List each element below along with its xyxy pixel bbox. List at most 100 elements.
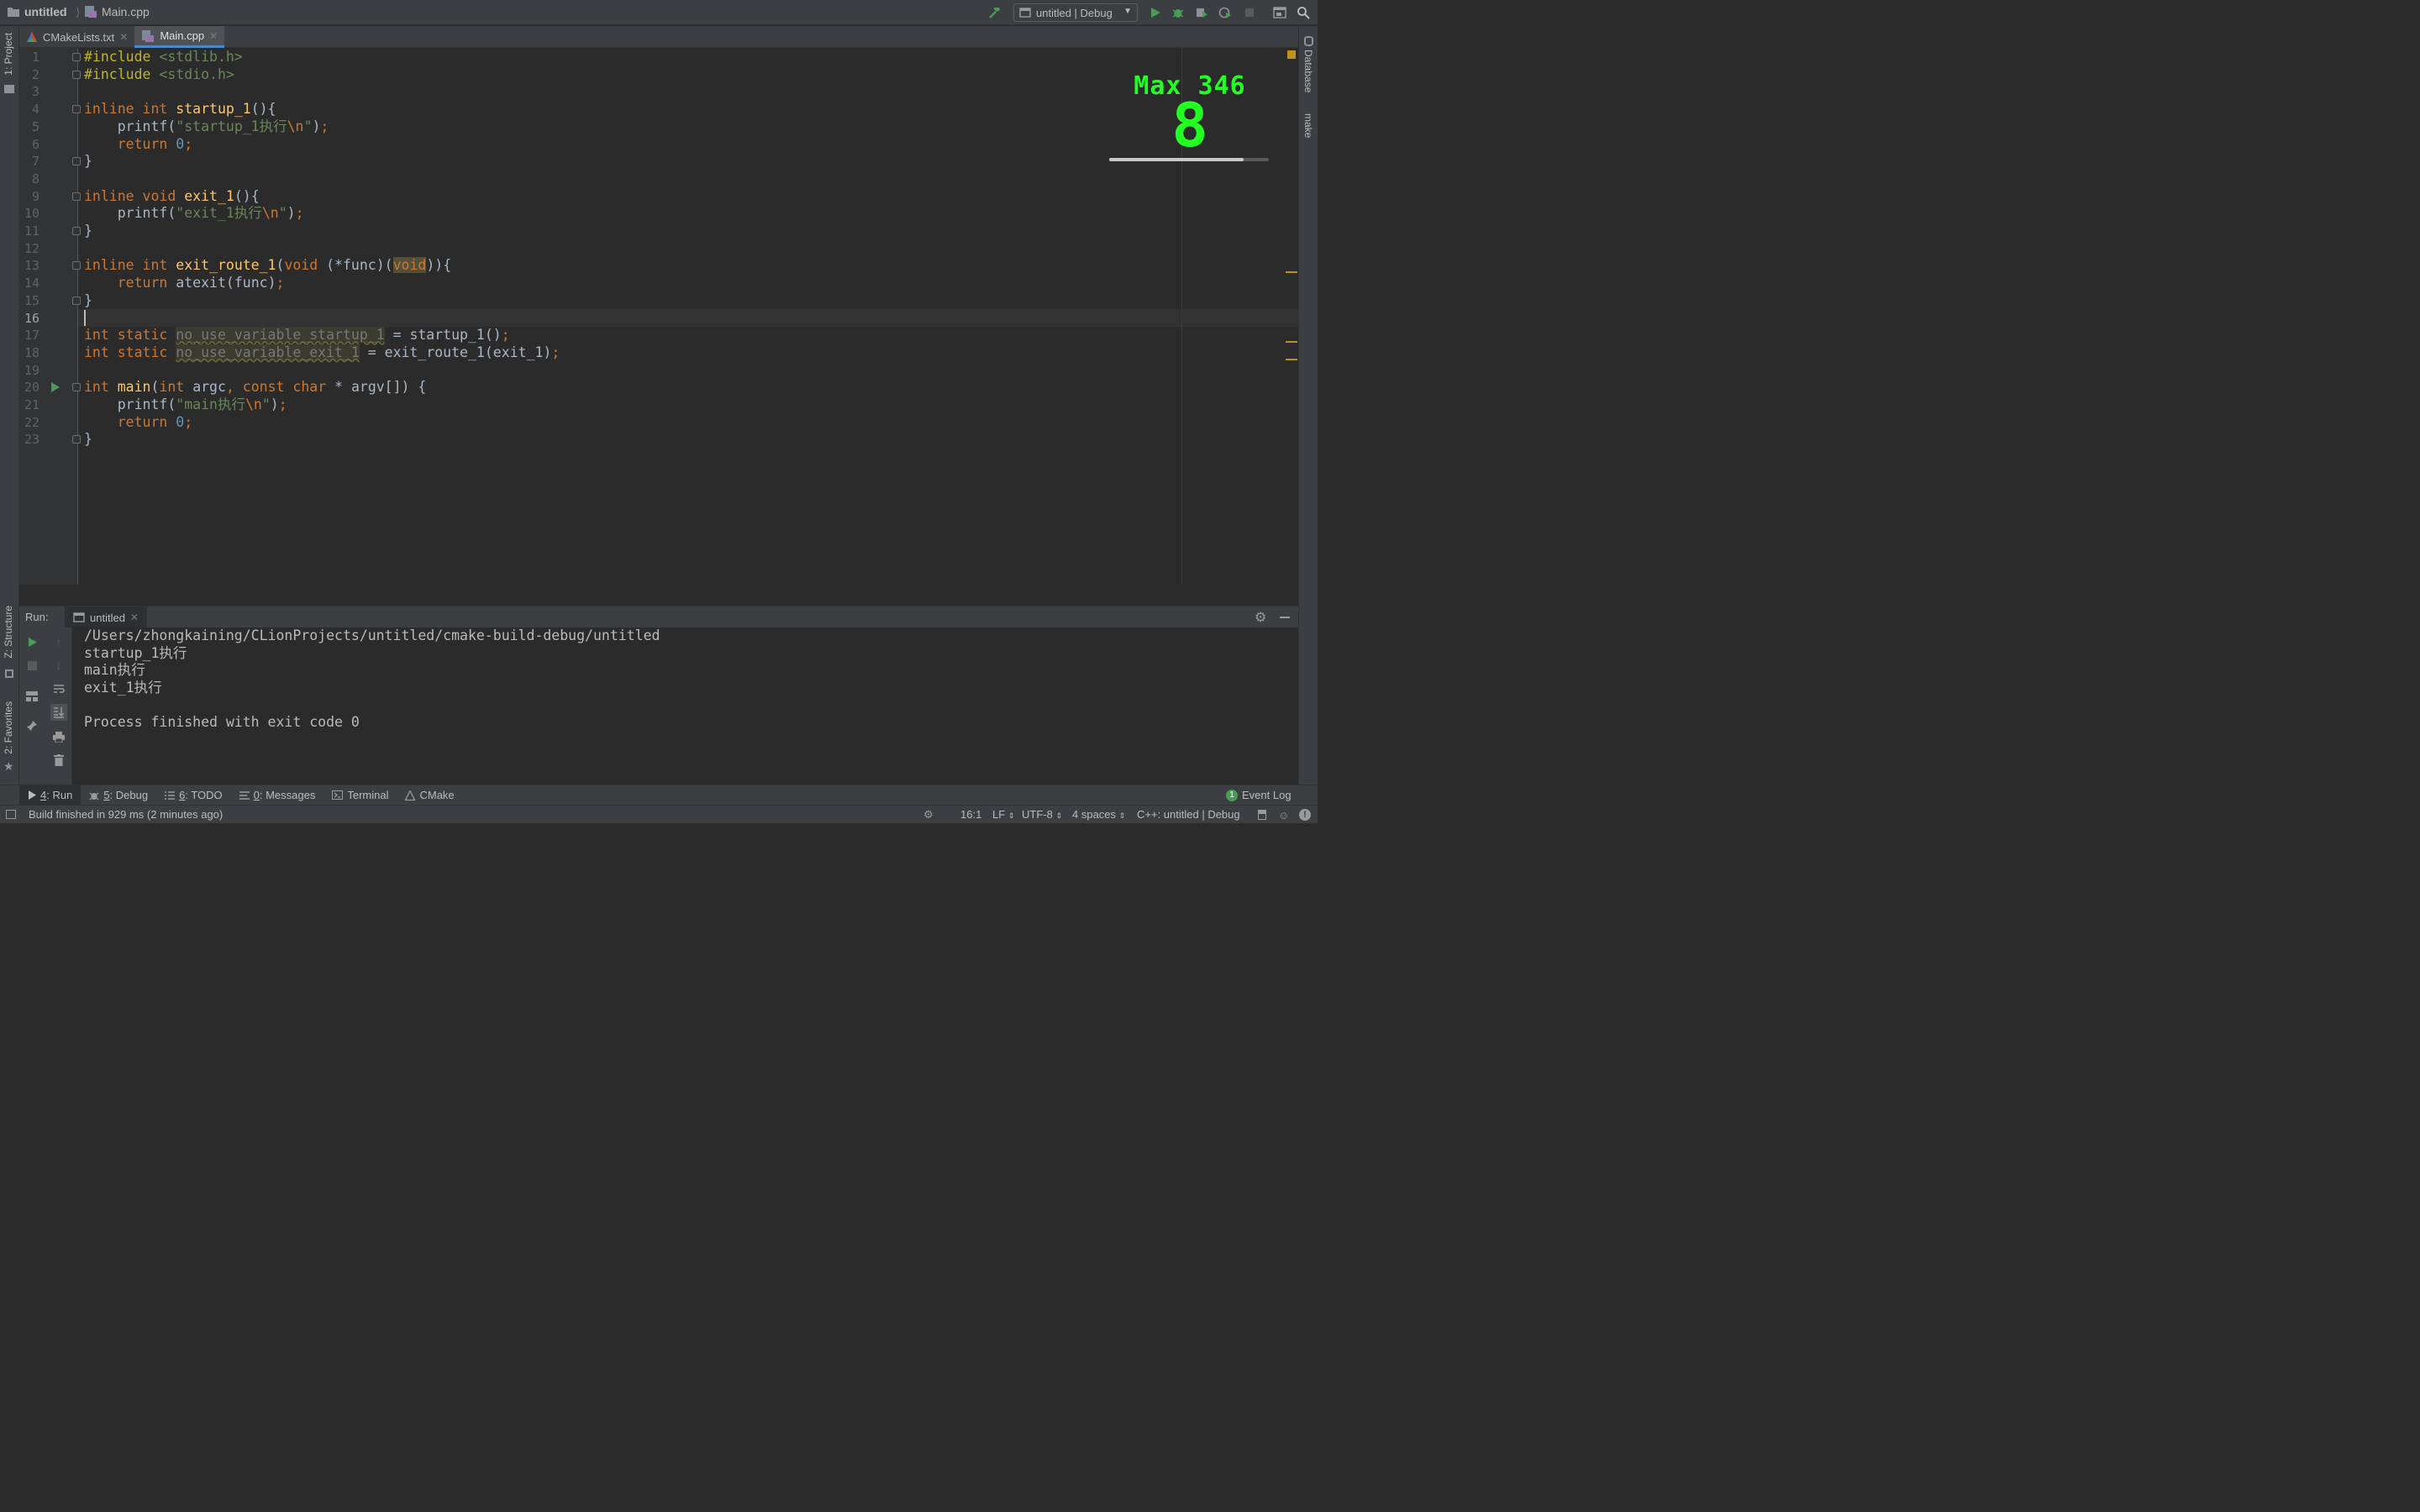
trash-icon[interactable] xyxy=(50,752,67,769)
structure-tool-tab[interactable]: Z: Structure xyxy=(3,606,14,659)
status-message[interactable]: Build finished in 929 ms (2 minutes ago) xyxy=(29,808,223,821)
structure-icon xyxy=(5,669,13,678)
stripe-mark[interactable] xyxy=(1286,341,1297,343)
fold-marker-icon[interactable] xyxy=(72,70,81,79)
fold-marker-icon[interactable] xyxy=(72,192,81,201)
fold-marker-icon[interactable] xyxy=(72,227,81,235)
tab-cmake[interactable]: CMake xyxy=(397,785,462,806)
breadcrumb-separator: ⟩ xyxy=(76,5,81,18)
code-line: return 0; xyxy=(84,136,192,154)
make-tool-tab[interactable]: make xyxy=(1302,113,1314,138)
database-tool-tab[interactable]: Database xyxy=(1302,50,1314,92)
code-token: ; xyxy=(501,327,510,344)
lock-icon[interactable] xyxy=(1258,810,1266,820)
soft-wrap-icon[interactable] xyxy=(50,680,67,697)
line-separator-selector[interactable]: LF ⇕ xyxy=(992,808,1014,821)
database-tool-tab-label: Database xyxy=(1302,50,1314,93)
code-token: "main执行 xyxy=(176,396,245,412)
pin-icon[interactable] xyxy=(24,717,40,734)
fold-marker-icon[interactable] xyxy=(72,261,81,270)
breadcrumb-file[interactable]: Main.cpp xyxy=(84,5,150,18)
up-arrow-icon[interactable]: ↑ xyxy=(50,633,67,650)
caret-position[interactable]: 16:1 xyxy=(960,808,981,821)
play-icon xyxy=(29,790,36,800)
code-line: inline void exit_1(){ xyxy=(84,188,260,206)
fold-marker-icon[interactable] xyxy=(72,157,81,166)
print-icon[interactable] xyxy=(50,728,67,745)
run-gutter-icon[interactable] xyxy=(51,382,60,393)
stop-icon[interactable] xyxy=(1242,5,1257,20)
inspector-icon[interactable]: ☺ xyxy=(1278,809,1289,822)
navigation-bar: untitled ⟩ Main.cpp untitled | Debug ▼ xyxy=(0,0,1318,25)
code-token: no_use_variable_exit_1 xyxy=(176,344,360,360)
left-tool-strip: 1: Project Z: Structure 2: Favorites ★ xyxy=(0,26,19,785)
code-token: <stdlib.h> xyxy=(159,49,243,65)
close-icon[interactable]: ✕ xyxy=(130,612,139,623)
settings-gear-icon[interactable]: ⚙ xyxy=(1255,609,1266,626)
scroll-to-end-icon[interactable] xyxy=(50,704,67,721)
favorites-tool-tab[interactable]: 2: Favorites xyxy=(3,701,14,754)
error-stripe[interactable] xyxy=(1286,48,1298,585)
stripe-mark[interactable] xyxy=(1286,271,1297,273)
tab-cmakelists[interactable]: CMakeLists.txt ✕ xyxy=(19,26,134,48)
tab-run-label: : Run xyxy=(46,789,73,801)
fold-marker-icon[interactable] xyxy=(72,105,81,114)
fold-marker-icon[interactable] xyxy=(72,383,81,392)
build-hammer-icon[interactable] xyxy=(987,5,1002,20)
debug-icon[interactable] xyxy=(1171,5,1186,20)
hector-icon[interactable]: ⚙ xyxy=(923,808,934,822)
bug-icon xyxy=(89,792,99,800)
tab-debug-label: : Debug xyxy=(109,789,149,801)
encoding-selector[interactable]: UTF-8 ⇕ xyxy=(1022,808,1062,821)
tab-debug[interactable]: 5: Debug xyxy=(81,785,156,806)
project-tool-tab[interactable]: 1: Project xyxy=(3,33,14,76)
context-selector[interactable]: C++: untitled | Debug xyxy=(1137,808,1240,821)
line-number: 4 xyxy=(31,102,39,118)
code-line: inline int startup_1(){ xyxy=(84,101,276,118)
tab-todo[interactable]: 6: TODO xyxy=(156,785,231,806)
fold-marker-icon[interactable] xyxy=(72,435,81,444)
code-token: return xyxy=(117,413,176,430)
run-tab-untitled[interactable]: untitled ✕ xyxy=(65,606,147,628)
stripe-mark[interactable] xyxy=(1286,359,1297,360)
notifications-icon[interactable]: ! xyxy=(1299,809,1311,821)
event-log-button[interactable]: 1 Event Log xyxy=(1226,789,1292,801)
warning-indicator[interactable] xyxy=(1287,50,1296,59)
run-configuration-selector[interactable]: untitled | Debug ▼ xyxy=(1013,3,1138,22)
minimize-icon[interactable] xyxy=(1280,617,1290,618)
close-icon[interactable]: ✕ xyxy=(209,30,218,42)
breadcrumb-project[interactable]: untitled xyxy=(7,5,67,18)
stop-icon[interactable] xyxy=(24,657,40,674)
event-log-label: Event Log xyxy=(1242,789,1292,801)
code-token: inline int xyxy=(84,101,176,118)
toggle-tool-windows-icon[interactable] xyxy=(6,810,16,819)
console-icon xyxy=(73,612,85,622)
profile-icon[interactable] xyxy=(1218,5,1233,20)
code-token: } xyxy=(84,291,92,308)
console-output[interactable]: /Users/zhongkaining/CLionProjects/untitl… xyxy=(72,627,1298,785)
close-icon[interactable]: ✕ xyxy=(119,31,128,43)
line-number: 21 xyxy=(24,397,39,412)
layout-icon[interactable] xyxy=(1272,5,1287,20)
code-editor[interactable]: 1 2 3 4 5 6 7 8 9 10 11 12 13 14 15 16 17 18 19 20 21 22 23 #i… xyxy=(19,48,1298,585)
tab-main-cpp[interactable]: Main.cpp ✕ xyxy=(134,26,225,48)
rerun-icon[interactable] xyxy=(24,633,40,650)
tab-terminal[interactable]: Terminal xyxy=(324,785,397,806)
search-icon[interactable] xyxy=(1296,5,1311,20)
code-token: * argv[]) { xyxy=(334,379,427,396)
code-token: ) xyxy=(270,396,279,412)
code-token: main xyxy=(117,379,151,396)
tab-messages[interactable]: 0: Messages xyxy=(231,785,324,806)
run-icon[interactable] xyxy=(1148,5,1163,20)
cpp-file-icon xyxy=(85,6,97,18)
fold-marker-icon[interactable] xyxy=(72,296,81,305)
tab-run[interactable]: 4: Run xyxy=(19,785,82,806)
fold-marker-icon[interactable] xyxy=(72,53,81,61)
run-with-coverage-icon[interactable] xyxy=(1194,5,1209,20)
down-arrow-icon[interactable]: ↓ xyxy=(50,657,67,674)
code-line: int main(int argc, const char * argv[]) … xyxy=(84,379,426,396)
code-token: )) xyxy=(426,257,444,274)
restore-layout-icon[interactable] xyxy=(24,688,40,705)
indent-selector[interactable]: 4 spaces ⇕ xyxy=(1072,808,1125,821)
code-token: (*func)( xyxy=(326,257,393,274)
